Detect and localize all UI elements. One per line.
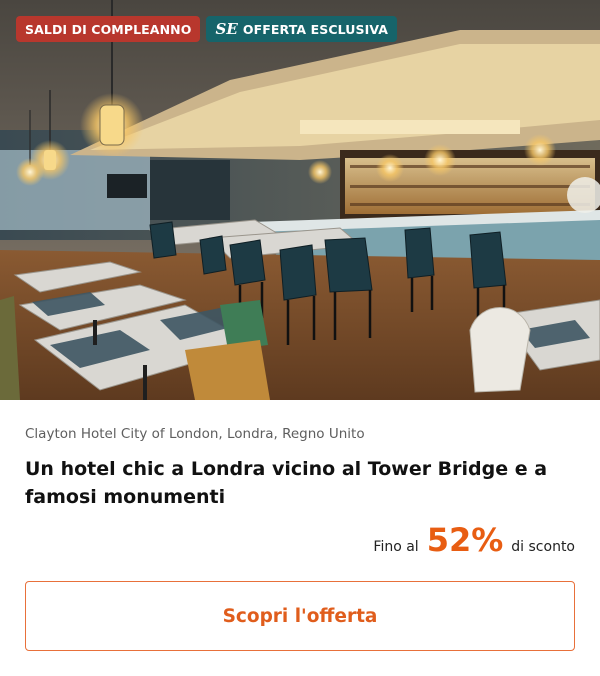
badge-row: SALDI DI COMPLEANNO SE OFFERTA ESCLUSIVA (16, 16, 398, 42)
offer-title[interactable]: Un hotel chic a Londra vicino al Tower B… (25, 455, 565, 511)
discount-prefix: Fino al (373, 539, 419, 555)
offer-card[interactable]: SALDI DI COMPLEANNO SE OFFERTA ESCLUSIVA… (0, 0, 600, 676)
exclusive-offer-badge-label: OFFERTA ESCLUSIVA (242, 21, 389, 37)
birthday-sale-badge-label: SALDI DI COMPLEANNO (25, 21, 192, 37)
exclusive-offer-badge: SE OFFERTA ESCLUSIVA (206, 16, 398, 42)
discount-suffix: di sconto (511, 539, 575, 555)
birthday-sale-badge: SALDI DI COMPLEANNO (16, 16, 201, 42)
view-offer-button-label: Scopri l'offerta (222, 605, 378, 627)
view-offer-button[interactable]: Scopri l'offerta (25, 581, 575, 651)
hotel-location: Clayton Hotel City of London, Londra, Re… (25, 426, 365, 442)
discount-info: Fino al 52% di sconto (373, 520, 575, 560)
discount-percentage: 52% (426, 521, 504, 559)
secret-escapes-logo-icon: SE (215, 20, 238, 38)
restaurant-interior-image (0, 0, 600, 400)
hotel-photo[interactable]: SALDI DI COMPLEANNO SE OFFERTA ESCLUSIVA (0, 0, 600, 400)
